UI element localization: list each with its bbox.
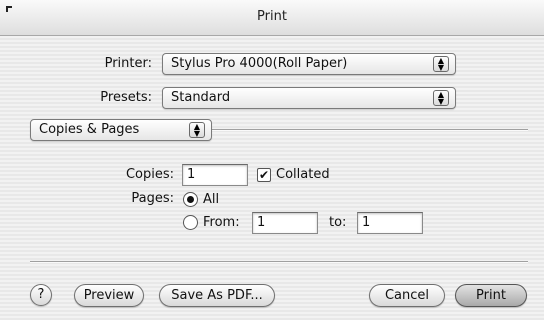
collated-label: Collated	[276, 167, 330, 182]
pages-to-label: to:	[329, 215, 347, 230]
pages-label: Pages:	[131, 191, 174, 206]
printer-popup[interactable]: Stylus Pro 4000(Roll Paper) ▲ ▼	[162, 53, 456, 75]
cancel-button[interactable]: Cancel	[369, 284, 445, 307]
save-as-pdf-button[interactable]: Save As PDF...	[159, 284, 275, 307]
up-down-arrows-icon: ▲ ▼	[433, 90, 449, 106]
printer-value: Stylus Pro 4000(Roll Paper)	[171, 56, 348, 71]
title-bar: Print	[0, 0, 544, 36]
preview-button[interactable]: Preview	[74, 284, 144, 307]
pages-from-field[interactable]: 1	[252, 212, 318, 234]
copies-label: Copies:	[125, 167, 174, 182]
copies-field[interactable]: 1	[182, 164, 248, 186]
pages-from-radio[interactable]	[183, 215, 198, 230]
help-button[interactable]: ?	[30, 284, 52, 306]
up-down-arrows-icon: ▲ ▼	[433, 56, 449, 72]
pages-to-field[interactable]: 1	[357, 212, 423, 234]
presets-value: Standard	[171, 90, 231, 105]
window-title: Print	[257, 9, 287, 24]
presets-label: Presets:	[100, 90, 152, 105]
print-dialog: Print Printer: Stylus Pro 4000(Roll Pape…	[0, 0, 544, 320]
panel-popup[interactable]: Copies & Pages ▲ ▼	[30, 119, 212, 141]
pages-all-radio[interactable]	[183, 192, 198, 207]
print-button[interactable]: Print	[455, 284, 527, 307]
presets-popup[interactable]: Standard ▲ ▼	[162, 87, 456, 109]
panel-divider	[210, 129, 528, 131]
printer-label: Printer:	[104, 56, 152, 71]
panel-value: Copies & Pages	[39, 122, 140, 137]
pages-from-label: From:	[203, 215, 240, 230]
up-down-arrows-icon: ▲ ▼	[189, 122, 205, 138]
collated-checkbox[interactable]: ✔	[257, 168, 271, 182]
bottom-divider	[30, 261, 528, 263]
pages-all-label: All	[203, 192, 220, 207]
